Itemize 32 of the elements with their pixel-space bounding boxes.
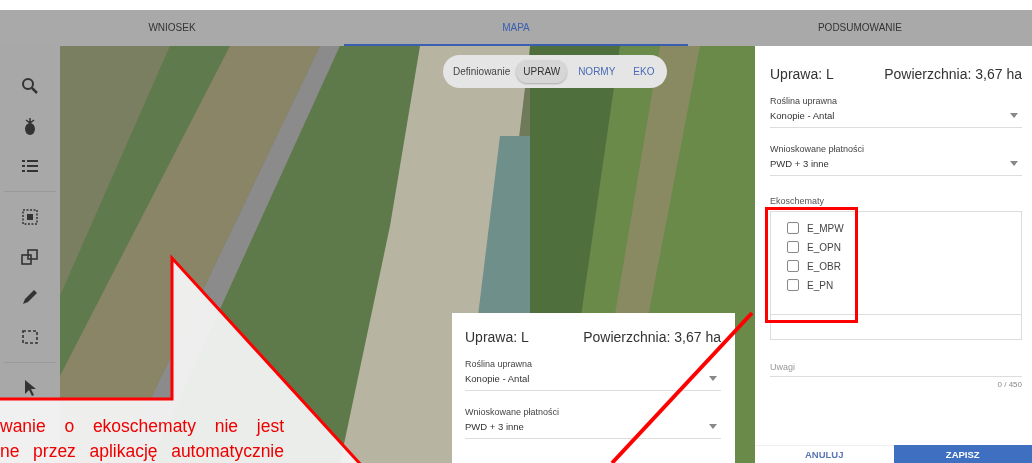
tab[interactable]: WNIOSEK	[0, 10, 344, 46]
rectangle-icon[interactable]	[20, 327, 40, 347]
pencil-icon[interactable]	[20, 287, 40, 307]
mode-option[interactable]: EKO	[626, 60, 662, 83]
copy-icon[interactable]	[20, 247, 40, 267]
crop-title: Uprawa: L	[465, 329, 529, 345]
notes-field[interactable]: Uwagi	[770, 340, 1022, 377]
ecoscheme-checkbox[interactable]: E_PN	[787, 279, 834, 291]
dropdown-field[interactable]: Roślina uprawna Konopie - Antal	[465, 359, 721, 391]
crop-title: Uprawa: L	[770, 66, 834, 82]
mode-option[interactable]: NORMY	[571, 60, 623, 83]
ecoscheme-checkbox[interactable]: E_OBR	[787, 260, 841, 272]
mode-option[interactable]: UPRAW	[516, 60, 568, 83]
ecoscheme-checkbox[interactable]: E_MPW	[787, 222, 844, 234]
dropdown-field[interactable]: Wnioskowane płatności PWD + 3 inne	[770, 144, 1022, 176]
caret-icon	[709, 424, 717, 429]
select-icon[interactable]	[20, 207, 40, 227]
save-button[interactable]: ZAPISZ	[893, 445, 1032, 463]
caret-icon	[1010, 113, 1018, 118]
search-icon[interactable]	[20, 76, 40, 96]
caret-icon	[1010, 161, 1018, 166]
area-text: Powierzchnia: 3,67 ha	[884, 66, 1022, 82]
ecoschemes-label: Ekoschematy	[770, 196, 826, 206]
area-text: Powierzchnia: 3,67 ha	[583, 329, 721, 345]
char-counter: 0 / 450	[997, 380, 1022, 389]
tab[interactable]: PODSUMOWANIE	[688, 10, 1032, 46]
callout-text: wanie o ekoschematy nie jest ne przez aplikację automatycznie	[0, 415, 284, 463]
caret-icon	[709, 376, 717, 381]
mode-label: Definiowanie	[453, 66, 511, 77]
dropdown-field[interactable]: Roślina uprawna Konopie - Antal	[770, 96, 1022, 128]
dropdown-field[interactable]: Wnioskowane płatności PWD + 3 inne	[465, 407, 721, 439]
ecoscheme-checkbox[interactable]: E_OPN	[787, 241, 841, 253]
